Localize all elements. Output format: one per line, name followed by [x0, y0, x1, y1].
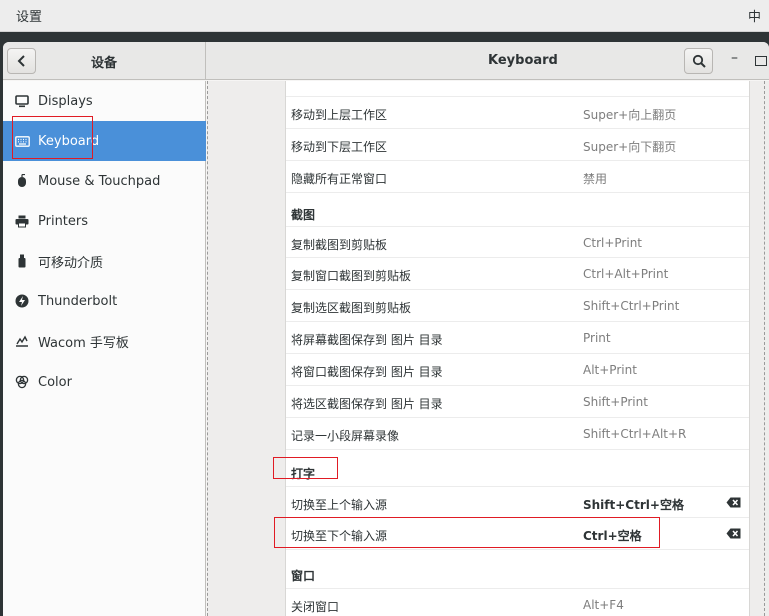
shortcut-row[interactable]: 关闭窗口 Alt+F4 — [286, 588, 749, 616]
app-menu[interactable]: 设置 — [16, 6, 42, 25]
shortcut-row[interactable]: 隐藏所有正常窗口 禁用 — [286, 161, 749, 193]
search-icon — [692, 54, 706, 68]
shortcut-row[interactable]: 将窗口截图保存到 图片 目录 Alt+Print — [286, 354, 749, 386]
shortcuts-list[interactable]: 移动到上层工作区 Super+向上翻页 移动到下层工作区 Super+向下翻页 … — [285, 81, 750, 616]
sidebar-item-mouse-touchpad[interactable]: Mouse & Touchpad — [3, 161, 206, 201]
sidebar-item-printers[interactable]: Printers — [3, 201, 206, 241]
shortcut-accel: Shift+Print — [583, 395, 648, 409]
shortcut-name: 复制截图到剪贴板 — [291, 238, 388, 252]
shortcut-row[interactable]: 切换至上个输入源 Shift+Ctrl+空格 — [286, 486, 749, 518]
wacom-tablet-icon — [14, 333, 30, 349]
shortcut-name: 移动到上层工作区 — [291, 108, 388, 122]
sidebar-item-label: Wacom 手写板 — [38, 335, 129, 351]
sidebar-item-label: Thunderbolt — [38, 293, 118, 309]
backspace-icon[interactable] — [726, 497, 741, 508]
shortcut-row[interactable]: 将屏幕截图保存到 图片 目录 Print — [286, 322, 749, 354]
shortcuts-panel: 移动到上层工作区 Super+向上翻页 移动到下层工作区 Super+向下翻页 … — [207, 81, 769, 616]
backspace-icon[interactable] — [726, 528, 741, 539]
shortcut-row[interactable]: 记录一小段屏幕录像 Shift+Ctrl+Alt+R — [286, 418, 749, 450]
shortcut-name: 隐藏所有正常窗口 — [291, 172, 388, 186]
shortcut-accel: Shift+Ctrl+Alt+R — [583, 427, 687, 441]
shortcut-name: 将窗口截图保存到 图片 目录 — [291, 365, 443, 379]
sidebar-item-label: Mouse & Touchpad — [38, 173, 161, 189]
shortcut-name: 切换至下个输入源 — [291, 529, 388, 543]
header-left: 设备 — [3, 42, 206, 80]
panel-title: 设备 — [91, 56, 118, 71]
maximize-button[interactable] — [755, 56, 767, 66]
shortcut-accel: Print — [583, 331, 611, 345]
settings-window: 设备 Keyboard – Displays Keyboard Mouse & … — [3, 42, 769, 616]
shortcut-accel: Alt+F4 — [583, 598, 624, 612]
color-icon — [14, 374, 30, 390]
sidebar-item-label: Keyboard — [38, 133, 100, 149]
shortcut-row-partial[interactable] — [286, 81, 749, 97]
sidebar: Displays Keyboard Mouse & Touchpad Print… — [3, 81, 206, 616]
header-bar: 设备 Keyboard – — [3, 42, 769, 80]
sidebar-item-keyboard[interactable]: Keyboard — [3, 121, 206, 161]
back-button[interactable] — [7, 48, 36, 74]
shortcut-row[interactable]: 复制选区截图到剪贴板 Shift+Ctrl+Print — [286, 290, 749, 322]
shortcut-name: 记录一小段屏幕录像 — [291, 429, 400, 443]
shortcut-name: 将选区截图保存到 图片 目录 — [291, 397, 443, 411]
sidebar-item-label: Printers — [38, 213, 89, 229]
thunderbolt-icon — [14, 293, 30, 309]
shortcut-row[interactable]: 移动到下层工作区 Super+向下翻页 — [286, 129, 749, 161]
sidebar-item-displays[interactable]: Displays — [3, 81, 206, 121]
mouse-icon — [14, 173, 30, 189]
sidebar-item-label: Color — [38, 374, 72, 390]
chevron-left-icon — [17, 55, 25, 67]
minimize-button[interactable]: – — [731, 50, 738, 66]
shortcut-name: 关闭窗口 — [291, 600, 340, 614]
section-title-window: 窗口 — [291, 569, 316, 583]
printer-icon — [14, 213, 30, 229]
shortcut-row[interactable]: 移动到上层工作区 Super+向上翻页 — [286, 97, 749, 129]
shortcut-name: 复制选区截图到剪贴板 — [291, 301, 412, 315]
sidebar-item-thunderbolt[interactable]: Thunderbolt — [3, 281, 206, 321]
divider — [207, 81, 208, 616]
shortcut-row[interactable]: 复制截图到剪贴板 Ctrl+Print — [286, 226, 749, 258]
sidebar-item-wacom-tablet[interactable]: Wacom 手写板 — [3, 321, 206, 361]
shortcut-name: 复制窗口截图到剪贴板 — [291, 269, 412, 283]
shortcut-accel: Super+向下翻页 — [583, 140, 677, 154]
keyboard-icon — [14, 133, 30, 149]
shortcut-accel: 禁用 — [583, 172, 608, 186]
shortcut-accel: Ctrl+Print — [583, 236, 643, 250]
shortcut-row[interactable]: 将选区截图保存到 图片 目录 Shift+Print — [286, 386, 749, 418]
shortcut-name: 将屏幕截图保存到 图片 目录 — [291, 333, 443, 347]
page-title: Keyboard — [488, 53, 558, 68]
shortcut-name: 切换至上个输入源 — [291, 498, 388, 512]
sidebar-item-label: 可移动介质 — [38, 255, 104, 271]
search-button[interactable] — [684, 48, 713, 74]
shortcut-accel: Ctrl+空格 — [583, 529, 642, 543]
shortcut-accel: Alt+Print — [583, 363, 637, 377]
sidebar-item-removable-media[interactable]: 可移动介质 — [3, 241, 206, 281]
shortcut-accel: Shift+Ctrl+空格 — [583, 498, 684, 512]
divider — [764, 81, 765, 616]
shortcut-row[interactable]: 复制窗口截图到剪贴板 Ctrl+Alt+Print — [286, 258, 749, 290]
input-method-indicator[interactable]: 中 — [748, 6, 761, 25]
shortcut-row[interactable]: 切换至下个输入源 Ctrl+空格 — [286, 518, 749, 550]
section-title-screenshot: 截图 — [291, 208, 316, 222]
sidebar-item-color[interactable]: Color — [3, 362, 206, 402]
removable-media-icon — [14, 253, 30, 269]
section-title-typing: 打字 — [291, 467, 316, 481]
sidebar-item-label: Displays — [38, 93, 93, 109]
top-bar: 设置 中 — [0, 0, 769, 32]
shortcut-accel: Shift+Ctrl+Print — [583, 299, 680, 313]
shortcut-accel: Ctrl+Alt+Print — [583, 267, 669, 281]
shortcut-name: 移动到下层工作区 — [291, 140, 388, 154]
shortcut-accel: Super+向上翻页 — [583, 108, 677, 122]
display-icon — [14, 93, 30, 109]
